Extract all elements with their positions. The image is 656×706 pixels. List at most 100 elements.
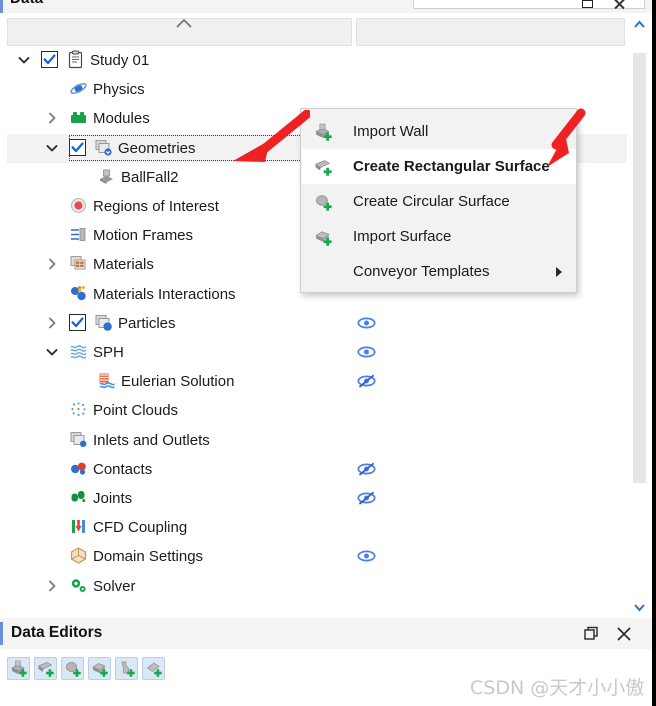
point-clouds-icon xyxy=(69,400,88,419)
eye-visible-icon[interactable] xyxy=(357,345,376,359)
tree-item-label: Solver xyxy=(93,577,136,595)
chevron-right-icon[interactable] xyxy=(44,110,60,126)
motion-frames-icon xyxy=(69,225,88,244)
menu-item-import-wall[interactable]: Import Wall xyxy=(302,114,576,149)
scrollbar-thumb[interactable] xyxy=(633,53,646,483)
cfd-coupling-icon xyxy=(69,517,88,536)
materials-interactions-icon xyxy=(69,284,88,303)
search-input[interactable] xyxy=(413,0,645,9)
dock-float-button[interactable] xyxy=(583,625,601,643)
tree-column-headers xyxy=(7,18,647,46)
sph-waves-icon xyxy=(69,342,88,361)
tree-column-header-value[interactable] xyxy=(356,18,625,46)
circular-surface-add-icon xyxy=(313,192,333,212)
tree-item-label: BallFall2 xyxy=(121,168,179,186)
eulerian-solution-icon xyxy=(97,371,116,390)
tree-item-label: Point Clouds xyxy=(93,402,179,420)
close-button[interactable] xyxy=(612,0,628,9)
import-surface-add-icon xyxy=(313,227,333,247)
scroll-down-arrow-icon[interactable] xyxy=(632,600,647,615)
tree-row-sph[interactable]: SPH xyxy=(7,338,627,367)
menu-item-create-rectangular-surface[interactable]: Create Rectangular Surface xyxy=(302,149,576,184)
modules-blocks-icon xyxy=(69,108,88,127)
eye-visible-icon[interactable] xyxy=(357,316,376,330)
import-wall-add-icon xyxy=(313,122,333,142)
menu-item-label: Create Circular Surface xyxy=(353,193,510,210)
right-edge-bar xyxy=(652,0,656,706)
tree-item-label: Materials xyxy=(93,256,154,274)
tree-item-label: Study 01 xyxy=(90,52,150,69)
tree-item-label: Eulerian Solution xyxy=(121,373,235,391)
tree-item-label: CFD Coupling xyxy=(93,519,188,537)
chevron-down-icon[interactable] xyxy=(16,52,32,68)
tree-item-label: Regions of Interest xyxy=(93,198,219,215)
tree-item-label: Modules xyxy=(93,110,150,128)
eye-hidden-icon[interactable] xyxy=(357,491,376,505)
tree-row-physics[interactable]: Physics xyxy=(7,75,627,104)
tree-checkbox[interactable] xyxy=(41,51,58,68)
geometries-context-menu[interactable]: Import Wall Create Rectangular Surface Cre… xyxy=(300,108,577,293)
chevron-down-icon[interactable] xyxy=(44,140,60,156)
window-titlebar: Data xyxy=(0,0,656,13)
add-circular-surface-button[interactable] xyxy=(61,657,84,680)
menu-item-label: Create Rectangular Surface xyxy=(353,158,550,175)
dock-close-button[interactable] xyxy=(615,625,633,643)
particles-icon xyxy=(94,313,113,332)
geometry-part-icon xyxy=(97,167,116,186)
titlebar-accent xyxy=(0,0,3,13)
tree-item-label: Materials Interactions xyxy=(93,285,236,303)
tree-row-joints[interactable]: Joints xyxy=(7,484,627,513)
chevron-down-icon[interactable] xyxy=(44,344,60,360)
chevron-right-icon[interactable] xyxy=(44,256,60,272)
add-geometry-button[interactable] xyxy=(142,657,165,680)
chevron-right-icon[interactable] xyxy=(44,578,60,594)
menu-item-import-surface[interactable]: Import Surface xyxy=(302,219,576,254)
scroll-up-arrow-icon[interactable] xyxy=(632,17,647,32)
add-wall-button[interactable] xyxy=(7,657,30,680)
tree-item-label: Particles xyxy=(118,314,176,332)
eye-visible-icon[interactable] xyxy=(357,549,376,563)
submenu-arrow-icon xyxy=(556,267,562,277)
materials-brick-icon xyxy=(69,254,88,273)
scrollbar-track[interactable] xyxy=(631,33,648,599)
inlets-outlets-icon xyxy=(69,430,88,449)
menu-item-conveyor-templates[interactable]: Conveyor Templates xyxy=(302,254,576,289)
tree-item-label: Inlets and Outlets xyxy=(93,431,210,449)
dock-title: Data Editors xyxy=(11,624,103,641)
physics-orbit-icon xyxy=(69,79,88,98)
tree-row-domain-settings[interactable]: Domain Settings xyxy=(7,542,627,571)
tree-item-label: SPH xyxy=(93,344,124,361)
tree-row-cfd-coupling[interactable]: CFD Coupling xyxy=(7,513,627,542)
add-surface-button[interactable] xyxy=(88,657,111,680)
tree-item-label: Motion Frames xyxy=(93,227,194,245)
minimize-button[interactable] xyxy=(580,0,596,8)
data-tree-panel: Study 01 Physics Modules Geometries BallFall… xyxy=(0,13,656,619)
tree-checkbox[interactable] xyxy=(69,313,86,331)
tree-item-label: Domain Settings xyxy=(93,548,204,566)
rect-surface-add-icon xyxy=(313,157,333,177)
tree-row-solver[interactable]: Solver xyxy=(7,572,627,601)
joints-icon xyxy=(69,488,88,507)
dock-header: Data Editors xyxy=(0,618,656,650)
add-rectangular-surface-button[interactable] xyxy=(34,657,57,680)
tree-row-eulerian-solution[interactable]: Eulerian Solution xyxy=(7,367,627,396)
eye-hidden-icon[interactable] xyxy=(357,374,376,388)
solver-gears-icon xyxy=(69,576,88,595)
contacts-icon xyxy=(69,459,88,478)
menu-item-label: Conveyor Templates xyxy=(353,263,490,280)
clipboard-icon xyxy=(66,50,85,69)
tree-row-particles[interactable]: Particles xyxy=(7,309,627,338)
tree-vertical-scrollbar[interactable] xyxy=(631,17,648,615)
eye-hidden-icon[interactable] xyxy=(357,462,376,476)
add-conveyor-button[interactable] xyxy=(115,657,138,680)
tree-row-study-01[interactable]: Study 01 xyxy=(7,46,627,75)
dock-accent-bar xyxy=(0,622,3,645)
tree-row-point-clouds[interactable]: Point Clouds xyxy=(7,396,627,425)
tree-row-contacts[interactable]: Contacts xyxy=(7,455,627,484)
chevron-right-icon[interactable] xyxy=(44,315,60,331)
menu-item-label: Import Surface xyxy=(353,228,452,245)
menu-item-create-circular-surface[interactable]: Create Circular Surface xyxy=(302,184,576,219)
tree-item-label: Physics xyxy=(93,81,145,99)
tree-row-inlets-and-outlets[interactable]: Inlets and Outlets xyxy=(7,426,627,455)
tree-item-label: Contacts xyxy=(93,460,153,478)
